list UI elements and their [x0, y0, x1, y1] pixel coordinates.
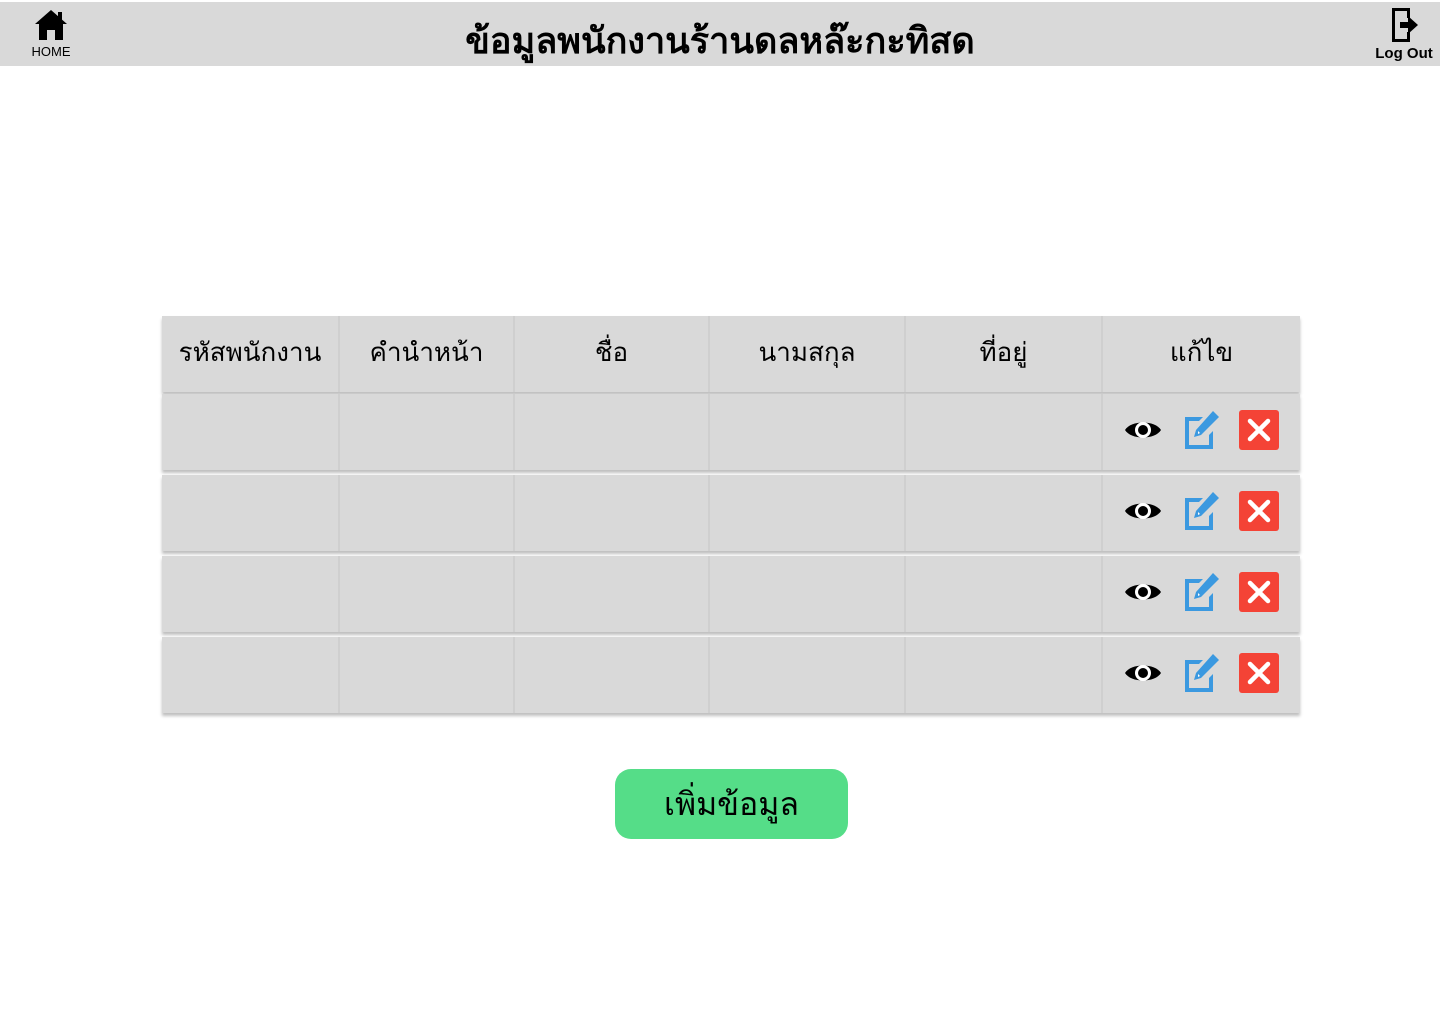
cell-employee-id: [162, 394, 340, 470]
cell-employee-id: [162, 556, 340, 632]
logout-button[interactable]: Log Out: [1374, 6, 1434, 62]
cell-prefix: [340, 394, 515, 470]
edit-button[interactable]: [1179, 410, 1223, 454]
cell-last-name: [710, 637, 906, 713]
logout-label: Log Out: [1375, 45, 1433, 62]
cell-address: [906, 637, 1103, 713]
table-header-row: รหัสพนักงาน คำนำหน้า ชื่อ นามสกุล ที่อยู…: [162, 316, 1300, 392]
column-header-prefix: คำนำหน้า: [340, 316, 515, 392]
edit-icon: [1181, 490, 1221, 536]
edit-icon: [1181, 652, 1221, 698]
row-actions: [1103, 637, 1300, 713]
cell-employee-id: [162, 637, 340, 713]
cell-address: [906, 556, 1103, 632]
eye-icon: [1123, 497, 1163, 529]
cell-last-name: [710, 475, 906, 551]
employee-table: รหัสพนักงาน คำนำหน้า ชื่อ นามสกุล ที่อยู…: [162, 316, 1300, 718]
edit-button[interactable]: [1179, 653, 1223, 697]
delete-button[interactable]: [1237, 572, 1281, 616]
delete-icon: [1239, 572, 1279, 616]
delete-icon: [1239, 410, 1279, 454]
top-bar: HOME ข้อมูลพนักงานร้านดลหล๊ะกะทิสด Log O…: [0, 2, 1440, 66]
table-row: [162, 556, 1300, 632]
add-data-button[interactable]: เพิ่มข้อมูล: [615, 769, 848, 839]
delete-button[interactable]: [1237, 491, 1281, 535]
cell-address: [906, 475, 1103, 551]
view-button[interactable]: [1121, 491, 1165, 535]
page-title: ข้อมูลพนักงานร้านดลหล๊ะกะทิสด: [465, 21, 975, 62]
edit-button[interactable]: [1179, 491, 1223, 535]
column-header-first-name: ชื่อ: [515, 316, 710, 392]
delete-button[interactable]: [1237, 653, 1281, 697]
row-actions: [1103, 475, 1300, 551]
cell-last-name: [710, 556, 906, 632]
cell-first-name: [515, 637, 710, 713]
table-row: [162, 475, 1300, 551]
row-actions: [1103, 556, 1300, 632]
cell-prefix: [340, 475, 515, 551]
view-button[interactable]: [1121, 572, 1165, 616]
table-row: [162, 394, 1300, 470]
eye-icon: [1123, 578, 1163, 610]
delete-button[interactable]: [1237, 410, 1281, 454]
eye-icon: [1123, 659, 1163, 691]
table-row: [162, 637, 1300, 713]
cell-prefix: [340, 556, 515, 632]
edit-icon: [1181, 409, 1221, 455]
cell-first-name: [515, 394, 710, 470]
cell-first-name: [515, 556, 710, 632]
edit-button[interactable]: [1179, 572, 1223, 616]
column-header-address: ที่อยู่: [906, 316, 1103, 392]
column-header-employee-id: รหัสพนักงาน: [162, 316, 340, 392]
cell-first-name: [515, 475, 710, 551]
view-button[interactable]: [1121, 410, 1165, 454]
cell-last-name: [710, 394, 906, 470]
cell-address: [906, 394, 1103, 470]
delete-icon: [1239, 491, 1279, 535]
cell-prefix: [340, 637, 515, 713]
view-button[interactable]: [1121, 653, 1165, 697]
delete-icon: [1239, 653, 1279, 697]
cell-employee-id: [162, 475, 340, 551]
eye-icon: [1123, 416, 1163, 448]
column-header-last-name: นามสกุล: [710, 316, 906, 392]
logout-icon: [1392, 8, 1418, 42]
row-actions: [1103, 394, 1300, 470]
column-header-edit: แก้ไข: [1103, 316, 1300, 392]
edit-icon: [1181, 571, 1221, 617]
